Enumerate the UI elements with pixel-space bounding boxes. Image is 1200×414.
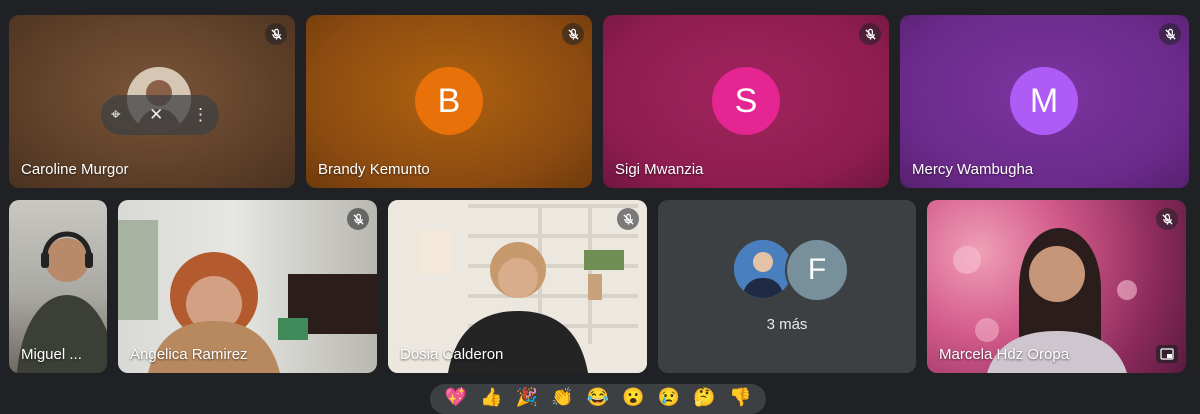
tile-brandy-kemunto[interactable]: B Brandy Kemunto (306, 15, 592, 188)
reaction-thumbs-down[interactable]: 👎 (729, 388, 751, 406)
mic-off-icon (1156, 208, 1178, 230)
participant-name: Brandy Kemunto (318, 161, 430, 178)
reaction-laugh[interactable]: 😂 (587, 388, 609, 406)
avatar: B (415, 67, 483, 135)
avatar: S (712, 67, 780, 135)
reactions-bar: 💖 👍 🎉 👏 😂 😮 😢 🤔 👎 (430, 384, 766, 414)
mic-off-icon (617, 208, 639, 230)
picture-in-picture-icon[interactable] (1156, 345, 1178, 363)
reaction-thinking[interactable]: 🤔 (693, 388, 715, 406)
pin-icon[interactable]: ⌖ (111, 105, 121, 125)
participant-name: Marcela Hdz Oropa (939, 346, 1070, 363)
reaction-clap[interactable]: 👏 (551, 388, 573, 406)
reaction-sad[interactable]: 😢 (658, 388, 680, 406)
tile-more-participants[interactable]: F 3 más (658, 200, 916, 373)
tile-dosia-calderon[interactable]: Dosia Calderon (388, 200, 647, 373)
tile-angelica-ramirez[interactable]: Angelica Ramirez (118, 200, 377, 373)
more-participants-label: 3 más (766, 316, 808, 333)
tile-caroline-murgor[interactable]: ⌖ ✕ ⋮ Caroline Murgor (9, 15, 295, 188)
tile-sigi-mwanzia[interactable]: S Sigi Mwanzia (603, 15, 889, 188)
mic-off-icon (562, 23, 584, 45)
participant-name: Dosia Calderon (400, 346, 504, 363)
participant-name: Mercy Wambugha (912, 161, 1034, 178)
mic-off-icon (347, 208, 369, 230)
reaction-surprised[interactable]: 😮 (622, 388, 644, 406)
reaction-heart[interactable]: 💖 (445, 388, 467, 406)
mic-off-icon[interactable]: ✕ (149, 105, 163, 125)
avatar: F (785, 238, 849, 302)
tile-mercy-wambugha[interactable]: M Mercy Wambugha (900, 15, 1189, 188)
more-vert-icon[interactable]: ⋮ (192, 105, 209, 125)
mic-off-icon (265, 23, 287, 45)
avatar (734, 240, 792, 298)
mic-off-icon (859, 23, 881, 45)
tile-miguel[interactable]: Miguel ... (9, 200, 107, 373)
reaction-thumbs-up[interactable]: 👍 (480, 388, 502, 406)
avatar: M (1010, 67, 1078, 135)
participant-name: Miguel ... (21, 346, 82, 363)
participant-name: Sigi Mwanzia (615, 161, 704, 178)
mic-off-icon (1159, 23, 1181, 45)
tile-hover-controls: ⌖ ✕ ⋮ (101, 95, 219, 135)
tile-marcela-hdz-oropa[interactable]: Marcela Hdz Oropa (927, 200, 1186, 373)
participant-name: Angelica Ramirez (130, 346, 248, 363)
reaction-party[interactable]: 🎉 (516, 388, 538, 406)
participant-name: Caroline Murgor (21, 161, 129, 178)
